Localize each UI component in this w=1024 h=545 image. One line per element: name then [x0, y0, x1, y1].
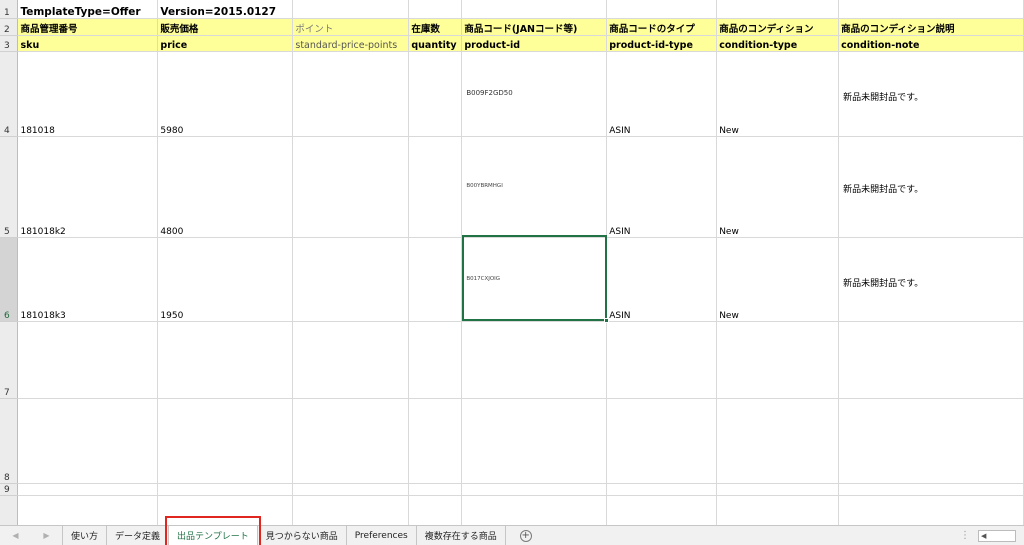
- horizontal-scrollbar[interactable]: ◀: [978, 530, 1016, 542]
- row-8: 8: [0, 398, 1024, 484]
- tab-scroll-left-icon[interactable]: ◀: [12, 531, 18, 540]
- row-9: 9: [0, 483, 1024, 496]
- row-header-2[interactable]: 2: [0, 18, 19, 36]
- row-header-6[interactable]: 6: [0, 237, 19, 322]
- tab-navigation: ◀ ▶: [0, 526, 62, 545]
- row-7: 7: [0, 321, 1024, 399]
- tab-scroll-right-icon[interactable]: ▶: [43, 531, 49, 540]
- cell-b3[interactable]: price: [157, 35, 294, 52]
- cell-e4[interactable]: B009F2GD50: [461, 51, 608, 137]
- row-header-5[interactable]: 5: [0, 136, 19, 238]
- tab-data-definition[interactable]: データ定義: [107, 526, 170, 545]
- cell-h4[interactable]: 新品未開封品です。: [838, 51, 1024, 137]
- cell-b2[interactable]: 販売価格: [157, 18, 294, 36]
- cell-d6[interactable]: [408, 237, 463, 322]
- scroll-left-arrow-icon[interactable]: ◀: [979, 532, 988, 540]
- condition-note-text: 新品未開封品です。: [843, 92, 924, 103]
- cell-c5[interactable]: [292, 136, 410, 238]
- cell-g6[interactable]: New: [716, 237, 840, 322]
- cell-table: 1 TemplateType=Offer Version=2015.0127 2…: [0, 0, 1024, 525]
- row-6: 6 181018k3 1950 B017CXJOIG ASIN New 新品未開…: [0, 237, 1024, 322]
- cell-a5[interactable]: 181018k2: [17, 136, 159, 238]
- cell-b5[interactable]: 4800: [157, 136, 294, 238]
- cell-d2[interactable]: 在庫数: [408, 18, 463, 36]
- cell-a1[interactable]: TemplateType=Offer: [17, 0, 159, 19]
- splitter-handle-icon[interactable]: ⋮: [952, 526, 978, 545]
- row-header-7[interactable]: 7: [0, 321, 19, 399]
- cell-g1[interactable]: [716, 0, 840, 19]
- cell-d1[interactable]: [408, 0, 463, 19]
- cell-g4[interactable]: New: [716, 51, 840, 137]
- tab-label: 出品テンプレート: [177, 532, 249, 542]
- cell-a3[interactable]: sku: [17, 35, 159, 52]
- cell-h2[interactable]: 商品のコンディション説明: [838, 18, 1024, 36]
- cell-c3[interactable]: standard-price-points: [292, 35, 410, 52]
- cell-f1[interactable]: [606, 0, 718, 19]
- row-3: 3 sku price standard-price-points quanti…: [0, 35, 1024, 52]
- row-5: 5 181018k2 4800 B00YBRMHGI ASIN New 新品未開…: [0, 136, 1024, 238]
- condition-note-text: 新品未開封品です。: [843, 184, 924, 195]
- cell-e3[interactable]: product-id: [461, 35, 608, 52]
- row-10: [0, 495, 1024, 525]
- row-header-1[interactable]: 1: [0, 0, 19, 19]
- cell-h3[interactable]: condition-note: [838, 35, 1024, 52]
- cell-b4[interactable]: 5980: [157, 51, 294, 137]
- cell-c6[interactable]: [292, 237, 410, 322]
- cell-g3[interactable]: condition-type: [716, 35, 840, 52]
- cell-e5[interactable]: B00YBRMHGI: [461, 136, 608, 238]
- cell-b1[interactable]: Version=2015.0127: [157, 0, 294, 19]
- tab-listing-template[interactable]: 出品テンプレート: [165, 516, 261, 545]
- spreadsheet-grid: 1 TemplateType=Offer Version=2015.0127 2…: [0, 0, 1024, 525]
- cell-a6[interactable]: 181018k3: [17, 237, 159, 322]
- cell-e6[interactable]: B017CXJOIG: [461, 237, 608, 322]
- row-4: 4 181018 5980 B009F2GD50 ASIN New 新品未開封品…: [0, 51, 1024, 137]
- cell-f6[interactable]: ASIN: [606, 237, 718, 322]
- product-id-text: B009F2GD50: [466, 88, 513, 97]
- cell-d5[interactable]: [408, 136, 463, 238]
- row-header-8[interactable]: 8: [0, 398, 19, 484]
- row-header-3[interactable]: 3: [0, 35, 19, 52]
- product-id-text: B00YBRMHGI: [466, 182, 503, 189]
- cell-a4[interactable]: 181018: [17, 51, 159, 137]
- row-header-4[interactable]: 4: [0, 51, 19, 137]
- row-1: 1 TemplateType=Offer Version=2015.0127: [0, 0, 1024, 19]
- tab-preferences[interactable]: Preferences: [347, 526, 417, 545]
- product-id-text: B017CXJOIG: [466, 275, 501, 282]
- cell-h6[interactable]: 新品未開封品です。: [838, 237, 1024, 322]
- cell-f4[interactable]: ASIN: [606, 51, 718, 137]
- cell-h5[interactable]: 新品未開封品です。: [838, 136, 1024, 238]
- tab-usage[interactable]: 使い方: [62, 526, 108, 545]
- cell-f5[interactable]: ASIN: [606, 136, 718, 238]
- cell-a2[interactable]: 商品管理番号: [17, 18, 159, 36]
- cell-e2[interactable]: 商品コード(JANコード等): [461, 18, 608, 36]
- row-header-10[interactable]: [0, 495, 19, 525]
- cell-f2[interactable]: 商品コードのタイプ: [606, 18, 718, 36]
- tab-multiple-products[interactable]: 複数存在する商品: [417, 526, 506, 545]
- sheet-tab-bar: ◀ ▶ 使い方 データ定義 出品テンプレート 見つからない商品 Preferen…: [0, 516, 1024, 545]
- cell-c1[interactable]: [292, 0, 410, 19]
- tab-not-found-products[interactable]: 見つからない商品: [258, 526, 347, 545]
- cell-g5[interactable]: New: [716, 136, 840, 238]
- cell-e1[interactable]: [461, 0, 608, 19]
- row-2: 2 商品管理番号 販売価格 ポイント 在庫数 商品コード(JANコード等) 商品…: [0, 18, 1024, 36]
- condition-note-text: 新品未開封品です。: [843, 278, 924, 289]
- cell-d4[interactable]: [408, 51, 463, 137]
- cell-g2[interactable]: 商品のコンディション: [716, 18, 840, 36]
- cell-c2[interactable]: ポイント: [292, 18, 410, 36]
- plus-icon: +: [519, 529, 532, 542]
- cell-f3[interactable]: product-id-type: [606, 35, 718, 52]
- cell-d3[interactable]: quantity: [408, 35, 463, 52]
- row-header-9[interactable]: 9: [0, 483, 19, 496]
- cell-h1[interactable]: [838, 0, 1024, 19]
- add-sheet-button[interactable]: +: [506, 526, 546, 545]
- cell-b6[interactable]: 1950: [157, 237, 294, 322]
- cell-c4[interactable]: [292, 51, 410, 137]
